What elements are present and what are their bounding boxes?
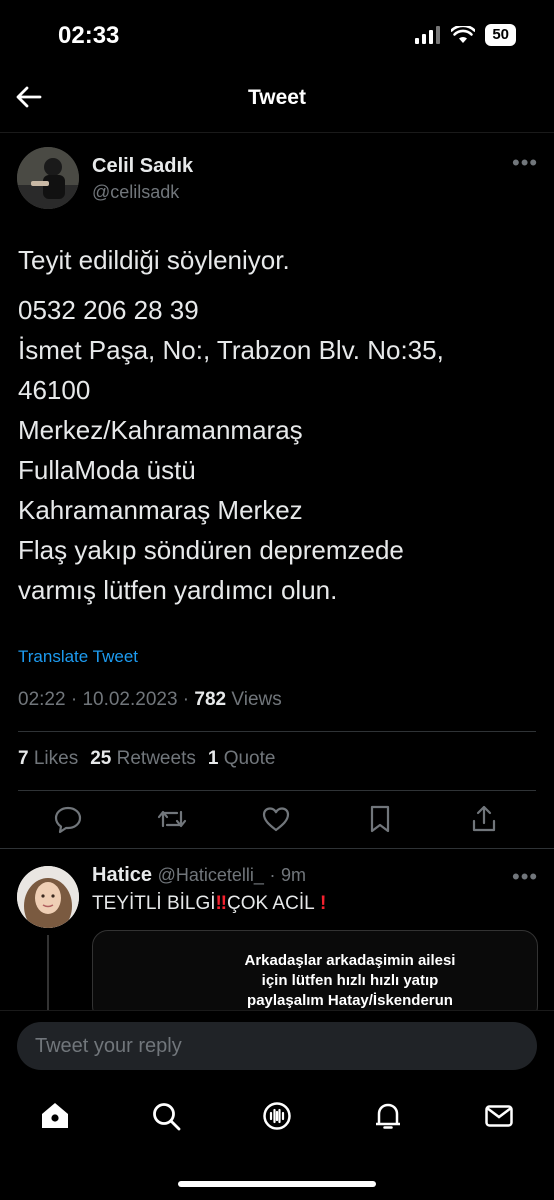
spaces-icon[interactable]	[261, 1100, 293, 1132]
retweets-label: Retweets	[116, 748, 196, 769]
reply-age: 9m	[281, 865, 307, 885]
author-handle[interactable]: @celilsadk	[92, 182, 179, 203]
top-header: Tweet	[0, 60, 554, 133]
retweets-count: 25	[90, 748, 112, 769]
search-icon[interactable]	[150, 1100, 182, 1132]
battery-indicator: 50	[485, 24, 516, 46]
translate-tweet-link[interactable]: Translate Tweet	[18, 647, 138, 667]
tweet-text-body: 0532 206 28 39 İsmet Paşa, No:, Trabzon …	[18, 295, 444, 605]
like-icon[interactable]	[261, 804, 291, 834]
reply-text-end: ÇOK ACİL	[227, 893, 315, 914]
tweet-stats: 7 Likes 25 Retweets 1 Quote	[18, 748, 275, 770]
notifications-icon[interactable]	[372, 1100, 404, 1132]
reply-author-name[interactable]: Hatice	[92, 864, 152, 886]
page-title: Tweet	[248, 86, 306, 109]
signal-icon	[415, 26, 441, 44]
status-icons: 50	[415, 24, 516, 46]
likes-stat[interactable]: 7 Likes	[18, 748, 78, 770]
wifi-icon	[451, 26, 476, 43]
reply-avatar[interactable]	[17, 866, 79, 928]
bookmark-icon[interactable]	[365, 804, 395, 834]
views-label: Views	[231, 689, 282, 710]
home-icon[interactable]	[39, 1100, 71, 1132]
reply-text: TEYİTLİ BİLGİ‼ÇOK ACİL !	[92, 893, 326, 915]
share-icon[interactable]	[469, 804, 499, 834]
likes-count: 7	[18, 748, 29, 769]
reply-input[interactable]: Tweet your reply	[17, 1022, 537, 1070]
reply-avatar-image	[17, 866, 79, 928]
reply-author-handle[interactable]: @Haticetelli_	[158, 865, 264, 885]
author-avatar-image	[17, 147, 79, 209]
reply-more-options-icon[interactable]: •••	[512, 864, 538, 890]
reply-icon[interactable]	[53, 804, 83, 834]
home-indicator	[178, 1181, 376, 1187]
reply-text-start: TEYİTLİ BİLGİ	[92, 893, 216, 914]
exclamation-icon: !	[314, 893, 327, 914]
reply-media-card[interactable]: Arkadaşlar arkadaşimin ailesi için lütfe…	[92, 930, 538, 1022]
thread-line	[47, 935, 49, 1010]
status-time: 02:33	[58, 22, 120, 49]
views-count: 782	[194, 689, 227, 710]
tweet-time: 02:22	[18, 689, 66, 710]
retweets-stat[interactable]: 25 Retweets	[90, 748, 196, 770]
quotes-label: Quote	[223, 748, 276, 769]
reply-header: Hatice @Haticetelli_ · 9m	[92, 864, 307, 886]
tweet-text: Teyit edildiği söyleniyor. 0532 206 28 3…	[18, 240, 538, 610]
reply-card-text: Arkadaşlar arkadaşimin ailesi için lütfe…	[244, 952, 456, 1009]
tweet-date: 10.02.2023	[82, 689, 178, 710]
more-options-icon[interactable]: •••	[512, 150, 538, 176]
tweet-text-lead: Teyit edildiği söyleniyor.	[18, 245, 290, 275]
author-name[interactable]: Celil Sadık	[92, 155, 193, 178]
quotes-count: 1	[207, 748, 219, 769]
double-exclamation-icon: ‼	[215, 893, 228, 914]
divider	[18, 731, 536, 732]
author-avatar[interactable]	[17, 147, 79, 209]
divider	[18, 790, 536, 791]
messages-icon[interactable]	[483, 1100, 515, 1132]
likes-label: Likes	[33, 748, 79, 769]
quotes-stat[interactable]: 1 Quote	[208, 748, 276, 770]
tweet-meta: 02:22 · 10.02.2023 · 782 Views	[18, 689, 282, 710]
retweet-icon[interactable]	[157, 804, 187, 834]
